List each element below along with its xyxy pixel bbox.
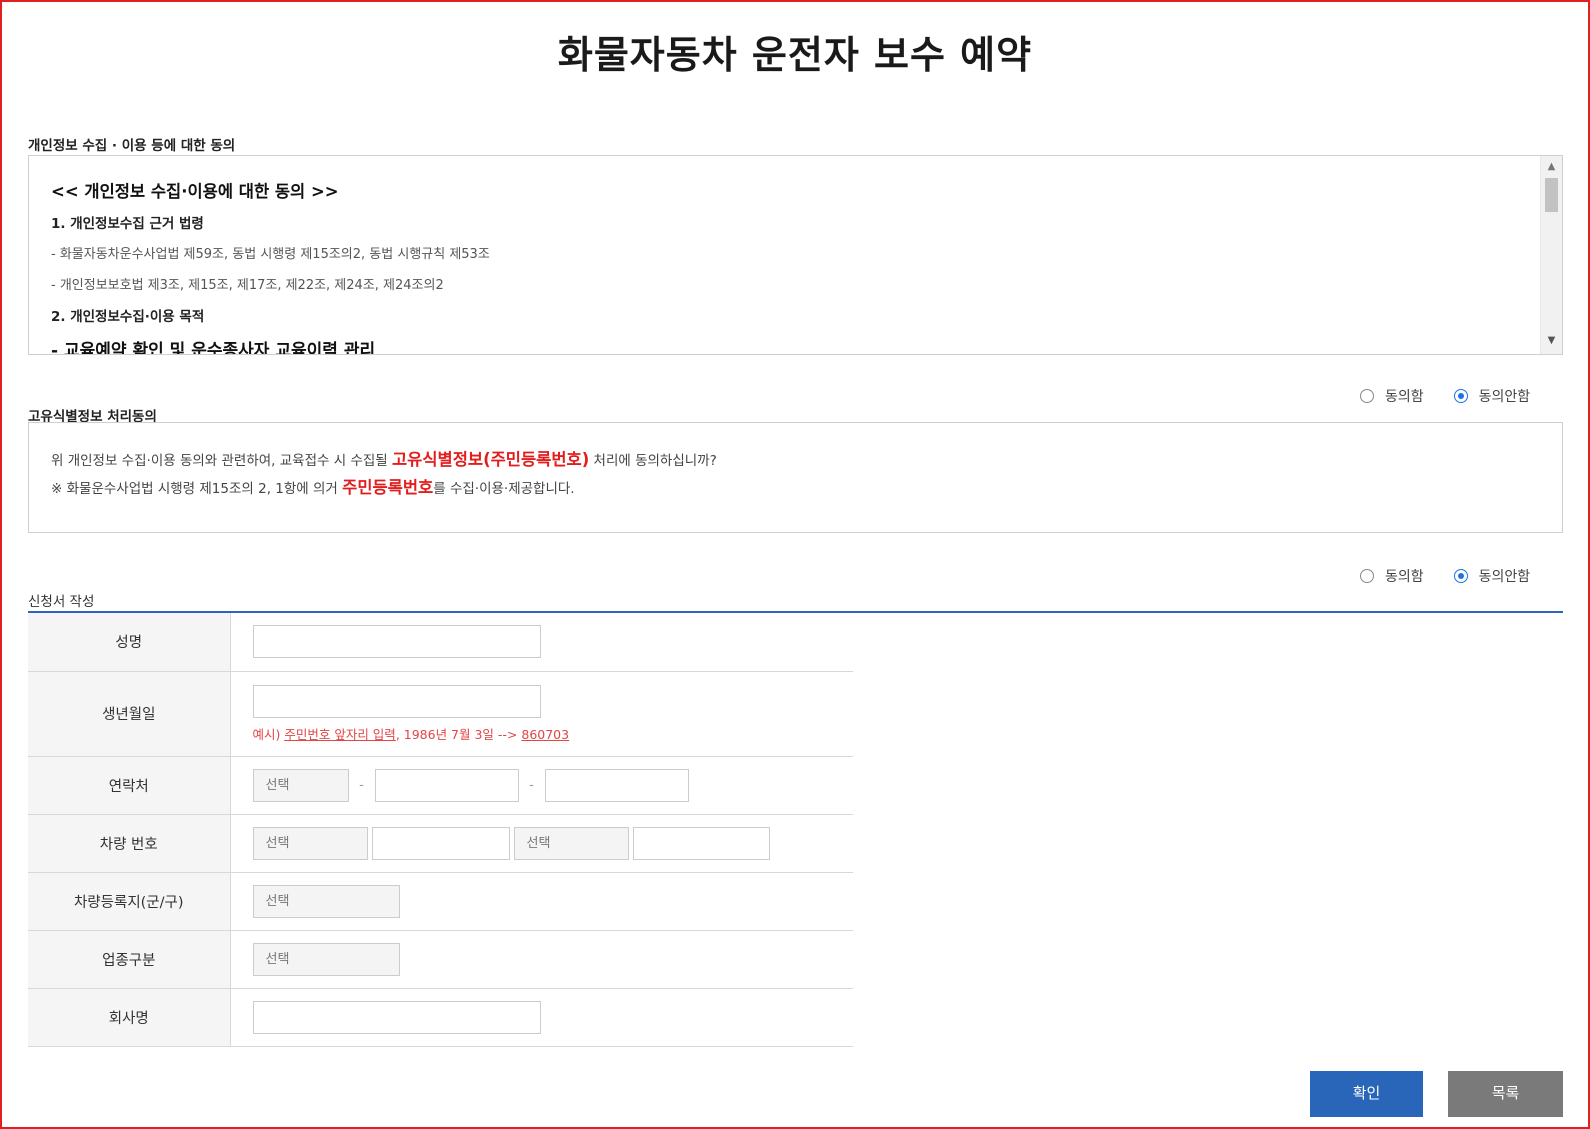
name-label: 성명 [28, 613, 231, 672]
unique-id-line2-suffix: 를 수집·이용·제공합니다. [433, 481, 575, 497]
region-select[interactable]: 선택 [252, 884, 400, 918]
consent-disagree-label[interactable]: 동의안함 [1479, 386, 1531, 406]
form-row-phone: 연락처 선택 - - [28, 756, 853, 815]
birth-hint-result: 860703 [521, 726, 570, 742]
scroll-up-arrow-icon[interactable]: ▲ [1541, 158, 1562, 176]
consent-agree-radio[interactable] [1360, 389, 1374, 403]
phone-separator: - [359, 777, 364, 793]
unique-id-line1-suffix: 처리에 동의하십니까? [589, 453, 717, 469]
consent-heading: << 개인정보 수집·이용에 대한 동의 >> [51, 182, 339, 201]
consent-content: << 개인정보 수집·이용에 대한 동의 >> 1. 개인정보수집 근거 법령 … [51, 178, 1528, 355]
form-row-region: 차량등록지(군/구) 선택 [28, 872, 853, 931]
form-row-name: 성명 [28, 613, 853, 672]
consent-purpose-prefix: - [51, 341, 64, 355]
birth-hint-prefix: 예시) [252, 726, 285, 742]
consent-disagree-radio[interactable] [1453, 389, 1468, 403]
consent-item1-line1: - 화물자동차운수사업법 제59조, 동법 시행령 제15조의2, 동법 시행규… [51, 247, 490, 262]
vehicle-number-input-1[interactable] [371, 826, 510, 860]
phone-label: 연락처 [28, 756, 231, 815]
form-row-birth: 생년월일 예시) 주민번호 앞자리 입력, 1986년 7월 3일 --> 86… [28, 671, 854, 757]
consent-purpose-text: 교육예약 확인 및 운수종사자 교육이력 관리 [63, 341, 376, 355]
birth-hint-example: , 1986년 7월 3일 --> [395, 726, 522, 742]
phone-last-input[interactable] [544, 768, 689, 802]
scroll-thumb[interactable] [1545, 178, 1558, 212]
form-row-company: 회사명 [28, 988, 853, 1047]
scroll-down-arrow-icon[interactable]: ▼ [1541, 332, 1562, 350]
unique-id-line2: ※ 화물운수사업법 시행령 제15조의 2, 1항에 의거 주민등록번호를 수집… [51, 474, 575, 498]
form-section-label: 신청서 작성 [28, 594, 95, 610]
consent-purpose: - 교육예약 확인 및 운수종사자 교육이력 관리 [51, 336, 1528, 355]
unique-id-line2-highlight: 주민등록번호 [342, 478, 434, 497]
form-row-vehicle: 차량 번호 선택 선택 [28, 814, 853, 873]
unique-id-agree-label[interactable]: 동의함 [1385, 566, 1424, 586]
birth-input[interactable] [252, 684, 541, 718]
vehicle-number-input-2[interactable] [632, 826, 770, 860]
birth-label: 생년월일 [28, 671, 231, 757]
region-label: 차량등록지(군/구) [28, 872, 231, 931]
birth-hint: 예시) 주민번호 앞자리 입력, 1986년 7월 3일 --> 860703 [253, 724, 854, 743]
unique-id-agree-radio[interactable] [1360, 569, 1374, 583]
unique-id-line1-highlight: 고유식별정보(주민등록번호) [392, 450, 590, 469]
unique-id-line2-prefix: ※ 화물운수사업법 시행령 제15조의 2, 1항에 의거 [51, 481, 343, 497]
unique-id-line1-prefix: 위 개인정보 수집·이용 동의와 관련하여, 교육접수 시 수집될 [51, 453, 392, 469]
vehicle-region-select[interactable]: 선택 [252, 826, 368, 860]
phone-prefix-select[interactable]: 선택 [252, 768, 349, 802]
application-form: 성명 생년월일 예시) 주민번호 앞자리 입력, 1986년 7월 3일 -->… [28, 613, 853, 1047]
page-title: 화물자동차 운전자 보수 예약 [557, 33, 1033, 77]
phone-middle-input[interactable] [374, 768, 519, 802]
phone-separator: - [529, 777, 534, 793]
vehicle-label: 차량 번호 [28, 814, 231, 873]
company-label: 회사명 [28, 988, 231, 1047]
confirm-button[interactable]: 확인 [1310, 1071, 1423, 1117]
birth-hint-instruction: 주민번호 앞자리 입력 [284, 726, 396, 742]
unique-id-disagree-label[interactable]: 동의안함 [1479, 566, 1531, 586]
name-input[interactable] [252, 625, 541, 659]
business-select[interactable]: 선택 [252, 942, 400, 976]
business-label: 업종구분 [28, 930, 231, 989]
unique-id-disagree-radio[interactable] [1453, 569, 1468, 583]
unique-id-box: 위 개인정보 수집·이용 동의와 관련하여, 교육접수 시 수집될 고유식별정보… [28, 422, 1563, 533]
company-input[interactable] [252, 1000, 541, 1034]
unique-id-line1: 위 개인정보 수집·이용 동의와 관련하여, 교육접수 시 수집될 고유식별정보… [51, 446, 717, 470]
consent-item1-title: 1. 개인정보수집 근거 법령 [51, 216, 204, 232]
consent-scrollbar[interactable]: ▲ ▼ [1540, 156, 1562, 354]
consent-item2-title: 2. 개인정보수집·이용 목적 [51, 309, 205, 325]
form-row-business: 업종구분 선택 [28, 930, 853, 989]
consent-radio-group: 동의함 동의안함 [1360, 386, 1560, 406]
unique-id-radio-group: 동의함 동의안함 [1360, 566, 1560, 586]
consent-section-label: 개인정보 수집 · 이용 등에 대한 동의 [28, 138, 236, 154]
consent-scroll-box[interactable]: << 개인정보 수집·이용에 대한 동의 >> 1. 개인정보수집 근거 법령 … [28, 155, 1563, 355]
consent-item1-line2: - 개인정보보호법 제3조, 제15조, 제17조, 제22조, 제24조, 제… [51, 278, 444, 293]
vehicle-type-select[interactable]: 선택 [513, 826, 629, 860]
list-button[interactable]: 목록 [1448, 1071, 1563, 1117]
consent-agree-label[interactable]: 동의함 [1385, 386, 1424, 406]
